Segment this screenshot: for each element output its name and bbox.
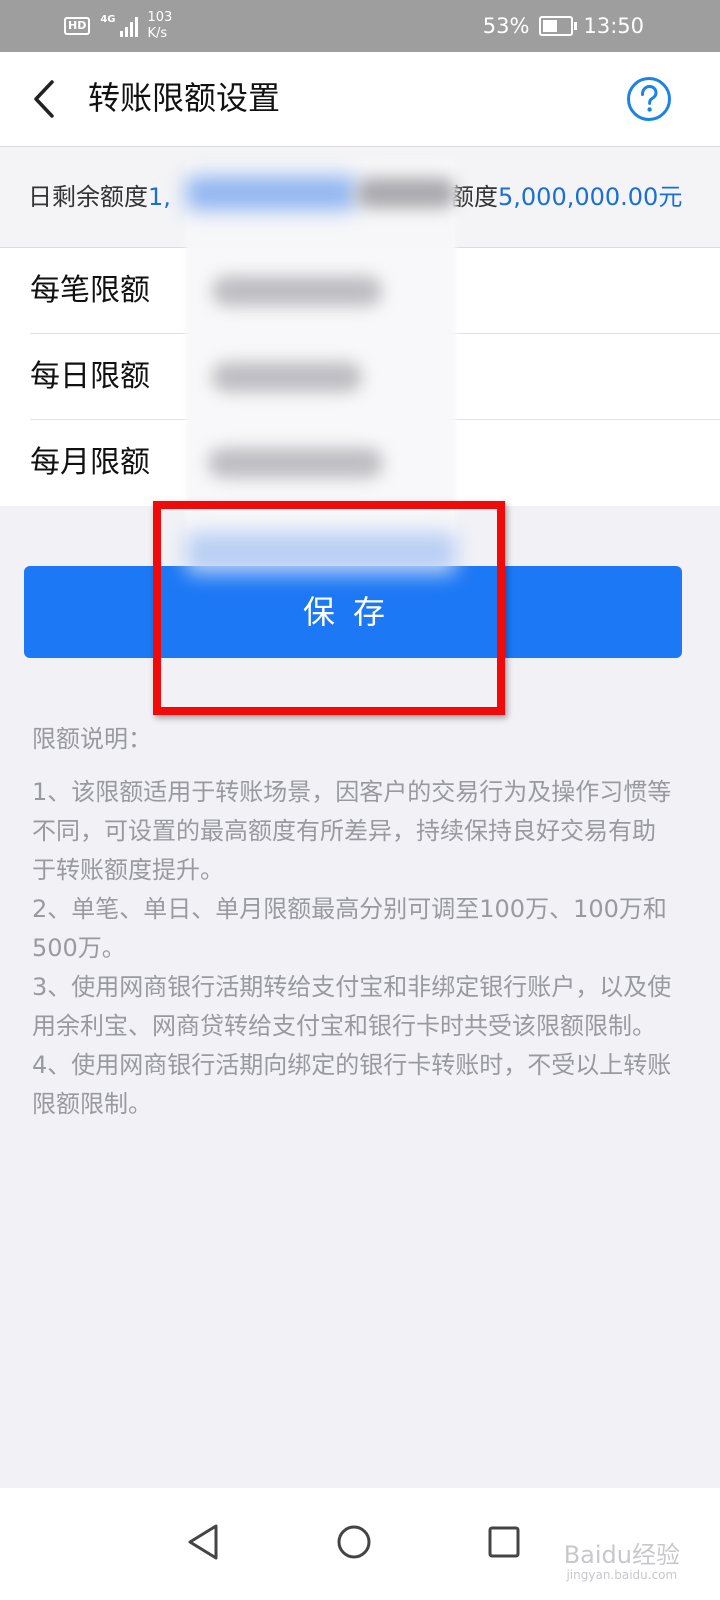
system-nav-bar: Baidu经验 jingyan.baidu.com: [0, 1488, 720, 1600]
speed-value: 103: [147, 10, 173, 25]
redaction-blob: [212, 276, 382, 306]
remaining-quota: 日剩余额度1,: [28, 179, 171, 215]
hd-icon: HD: [64, 17, 91, 35]
app-header: 转账限额设置: [0, 52, 720, 147]
redaction-blob: [212, 362, 362, 392]
status-right: 53% 13:50: [483, 10, 644, 42]
highlight-box: [153, 501, 505, 715]
battery-icon: [539, 16, 578, 36]
note-item: 2、单笔、单日、单月限额最高分别可调至100万、100万和500万。: [32, 895, 667, 962]
redaction-blob: [208, 448, 383, 478]
limit-label: 每月限额: [30, 445, 150, 480]
limit-label: 每日限额: [30, 359, 150, 394]
speed-unit: K/s: [147, 26, 168, 41]
redaction-blob: [356, 178, 456, 208]
battery-percent: 53%: [482, 14, 530, 38]
remaining-quota-value: 1,: [148, 183, 171, 211]
watermark-sub: jingyan.baidu.com: [566, 1568, 678, 1582]
signal-icon: 4G: [100, 14, 138, 37]
page-title: 转账限额设置: [88, 79, 281, 117]
help-icon[interactable]: [626, 76, 672, 122]
clock: 13:50: [583, 14, 644, 38]
nav-recents-icon[interactable]: [482, 1520, 526, 1564]
nav-back-icon[interactable]: [182, 1520, 226, 1564]
network-speed: 103 K/s: [148, 10, 173, 42]
watermark-main: Baidu经验: [563, 1541, 680, 1569]
redaction-blob: [186, 176, 356, 210]
limit-label: 每笔限额: [30, 273, 150, 308]
back-icon[interactable]: [26, 76, 66, 122]
nav-home-icon[interactable]: [332, 1520, 376, 1564]
limit-notes: 限额说明： 1、该限额适用于转账场景，因客户的交易行为及操作习惯等不同，可设置的…: [32, 720, 672, 1124]
note-item: 4、使用网商银行活期向绑定的银行卡转账时，不受以上转账限额限制。: [32, 1051, 672, 1118]
baidu-watermark: Baidu经验 jingyan.baidu.com: [564, 1542, 680, 1582]
status-left: HD 4G 103 K/s: [64, 10, 172, 42]
total-quota-label: 额度: [450, 183, 498, 211]
status-bar: HD 4G 103 K/s 53% 13:50: [0, 0, 720, 52]
note-item: 1、该限额适用于转账场景，因客户的交易行为及操作习惯等不同，可设置的最高额度有所…: [32, 778, 672, 884]
total-quota: 额度5,000,000.00元: [450, 179, 682, 215]
remaining-quota-label: 日剩余额度: [28, 183, 148, 211]
note-item: 3、使用网商银行活期转给支付宝和非绑定银行账户，以及使用余利宝、网商贷转给支付宝…: [32, 973, 672, 1040]
network-type: 4G: [100, 14, 116, 25]
total-quota-value: 5,000,000.00元: [498, 183, 683, 211]
notes-title: 限额说明：: [32, 725, 152, 753]
